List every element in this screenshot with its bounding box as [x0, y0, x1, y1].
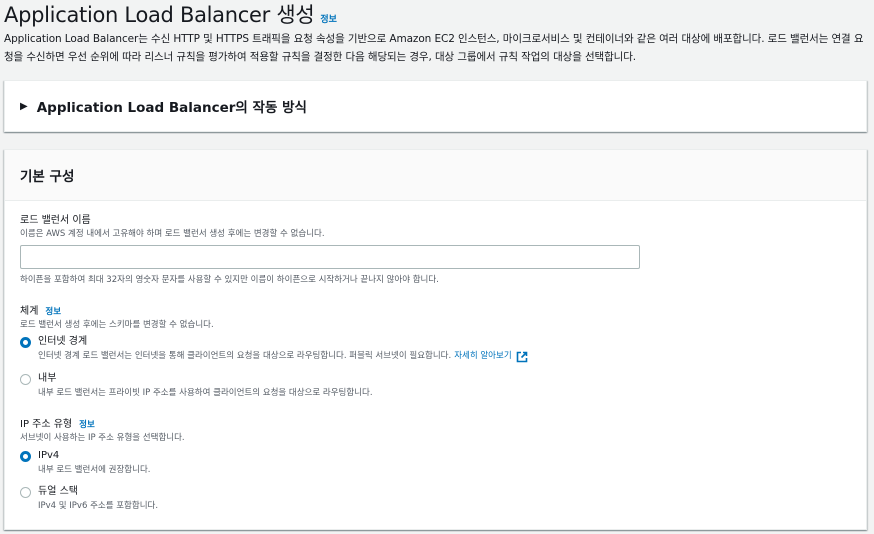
external-link-icon[interactable] — [516, 351, 528, 363]
scheme-label: 체계 — [20, 306, 39, 317]
scheme-info-link[interactable]: 정보 — [45, 305, 61, 317]
lb-name-description: 이름은 AWS 계정 내에서 고유해야 하며 로드 밸런서 생성 후에는 변경할… — [20, 229, 325, 239]
radio-button[interactable] — [20, 374, 31, 385]
option-label: 듀얼 스택 — [38, 486, 78, 497]
radio-button[interactable] — [20, 487, 31, 498]
scheme-option-internet-facing[interactable]: 인터넷 경계 인터넷 경계 로드 밸런서는 인터넷을 통해 클라이언트의 요청을… — [20, 335, 528, 363]
ip-type-description: 서브넷이 사용하는 IP 주소 유형을 선택합니다. — [20, 433, 185, 443]
title-row: Application Load Balancer 생성 정보 — [4, 0, 870, 30]
scheme-field: 체계 정보 로드 밸런서 생성 후에는 스키마를 변경할 수 없습니다. — [20, 305, 214, 332]
scheme-description: 로드 밸런서 생성 후에는 스키마를 변경할 수 없습니다. — [20, 320, 214, 330]
radio-button-checked[interactable] — [20, 337, 31, 348]
page-description: Application Load Balancer는 수신 HTTP 및 HTT… — [4, 33, 864, 63]
page-header: Application Load Balancer 생성 정보 Applicat… — [4, 0, 870, 66]
page-title: Application Load Balancer 생성 — [4, 3, 315, 27]
ip-type-label: IP 주소 유형 — [20, 419, 73, 430]
lb-name-input[interactable] — [20, 245, 640, 269]
radio-button-checked[interactable] — [20, 451, 31, 462]
option-description: IPv4 및 IPv6 주소를 포함합니다. — [38, 501, 159, 511]
ip-type-option-ipv4[interactable]: IPv4 내부 로드 밸런서에 권장합니다. — [20, 449, 150, 477]
scheme-label-row: 체계 정보 — [20, 305, 214, 319]
ip-type-info-link[interactable]: 정보 — [79, 418, 95, 430]
lb-name-field: 로드 밸런서 이름 이름은 AWS 계정 내에서 고유해야 하며 로드 밸런서 … — [20, 214, 640, 287]
basic-config-header: 기본 구성 — [5, 150, 866, 201]
how-it-works-label: Application Load Balancer의 작동 방식 — [36, 100, 307, 116]
caret-right-icon: ▶ — [20, 100, 28, 112]
info-link[interactable]: 정보 — [320, 12, 337, 25]
learn-more-link[interactable]: 자세히 알아보기 — [454, 350, 511, 363]
option-label: 인터넷 경계 — [38, 336, 88, 347]
option-description: 인터넷 경계 로드 밸런서는 인터넷을 통해 클라이언트의 요청을 대상으로 라… — [38, 350, 528, 363]
how-it-works-expander[interactable]: ▶ Application Load Balancer의 작동 방식 — [4, 80, 867, 132]
option-description: 내부 로드 밸런서는 프라이빗 IP 주소를 사용하여 클라이언트의 요청을 대… — [38, 388, 373, 398]
basic-config-panel: 기본 구성 로드 밸런서 이름 이름은 AWS 계정 내에서 고유해야 하며 로… — [4, 149, 867, 530]
option-label: 내부 — [38, 373, 57, 384]
option-description: 내부 로드 밸런서에 권장합니다. — [38, 465, 151, 475]
ip-type-label-row: IP 주소 유형 정보 — [20, 418, 185, 432]
option-description-text: 인터넷 경계 로드 밸런서는 인터넷을 통해 클라이언트의 요청을 대상으로 라… — [38, 351, 452, 361]
ip-type-field: IP 주소 유형 정보 서브넷이 사용하는 IP 주소 유형을 선택합니다. — [20, 418, 185, 445]
lb-name-label: 로드 밸런서 이름 — [20, 215, 91, 226]
option-label: IPv4 — [38, 450, 60, 461]
ip-type-option-dualstack[interactable]: 듀얼 스택 IPv4 및 IPv6 주소를 포함합니다. — [20, 485, 158, 513]
scheme-option-internal[interactable]: 내부 내부 로드 밸런서는 프라이빗 IP 주소를 사용하여 클라이언트의 요청… — [20, 372, 373, 400]
basic-config-title: 기본 구성 — [20, 169, 75, 185]
lb-name-hint: 하이픈을 포함하여 최대 32자의 영숫자 문자를 사용할 수 있지만 이름이 … — [20, 275, 439, 285]
